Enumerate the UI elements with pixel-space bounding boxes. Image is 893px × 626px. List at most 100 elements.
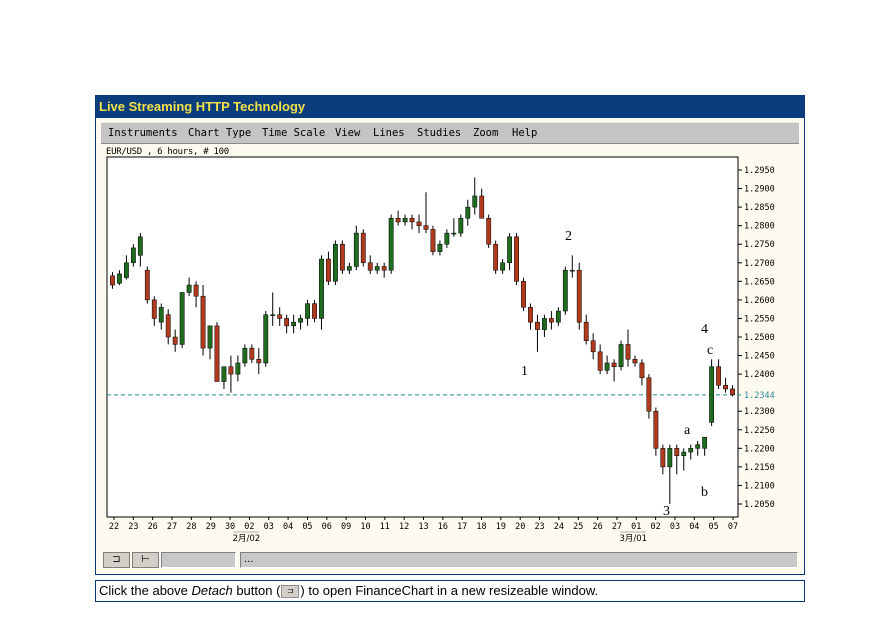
x-tick-label: 11	[380, 522, 390, 532]
candle-body	[458, 217, 464, 234]
candle-body	[507, 236, 512, 264]
candle-body	[235, 362, 241, 375]
line-tool-icon: ⊢	[141, 554, 150, 565]
candle-body	[228, 366, 234, 375]
footer-prefix: Click the above	[99, 583, 192, 598]
candle-body	[486, 217, 492, 245]
x-tick-label: 10	[360, 522, 370, 532]
y-tick-label: 1.2200	[744, 444, 775, 454]
candle-body	[130, 247, 136, 264]
candle-body	[305, 303, 310, 319]
x-tick-label: 20	[515, 522, 525, 532]
y-tick-label: 1.2600	[744, 296, 775, 306]
candle-body	[388, 217, 394, 271]
y-tick-label: 1.2800	[744, 222, 775, 232]
candle-body	[214, 325, 220, 382]
x-tick-label: 05	[709, 522, 719, 532]
candle-body	[521, 281, 526, 308]
candle-body	[451, 232, 457, 235]
candle-body	[374, 266, 380, 271]
y-tick-label: 1.2700	[744, 259, 775, 269]
wave-annotation: 1	[521, 364, 528, 379]
candle-body	[730, 388, 735, 396]
candle-body	[500, 262, 506, 271]
candle-body	[312, 303, 317, 319]
line-tool-button[interactable]: ⊢	[132, 552, 159, 568]
candle-body	[660, 448, 666, 468]
candle-body	[716, 366, 721, 386]
candle-body	[723, 384, 728, 390]
candle-body	[110, 275, 115, 286]
candle-body	[409, 217, 415, 223]
candle-body	[270, 314, 276, 316]
x-tick-label: 06	[322, 522, 332, 532]
candle-body	[639, 362, 645, 379]
candle-body	[423, 225, 429, 230]
candle-body	[277, 314, 283, 319]
wave-annotation: c	[707, 343, 713, 358]
candle-body	[430, 229, 436, 252]
candle-body	[200, 295, 206, 349]
x-tick-label: 04	[689, 522, 699, 532]
candle-body	[395, 217, 401, 223]
y-tick-label: 1.2150	[744, 463, 775, 473]
candle-body	[542, 318, 547, 330]
candle-body	[465, 206, 471, 219]
candle-body	[625, 344, 631, 360]
x-tick-label: 26	[148, 522, 158, 532]
candle-body	[597, 351, 603, 371]
x-tick-label: 04	[283, 522, 293, 532]
candle-body	[479, 195, 485, 219]
detach-button[interactable]: ⊐	[103, 552, 130, 568]
candle-body	[702, 436, 708, 449]
x-tick-label: 27	[167, 522, 177, 532]
candle-body	[569, 269, 575, 272]
y-tick-label: 1.2450	[744, 352, 775, 362]
x-tick-label: 19	[496, 522, 506, 532]
candle-body	[346, 266, 352, 271]
candle-body	[333, 243, 338, 282]
candle-body	[688, 448, 694, 453]
candle-body	[124, 262, 129, 278]
y-tick-label: 1.2400	[744, 370, 775, 380]
candle-body	[709, 366, 715, 423]
x-tick-label: 13	[418, 522, 428, 532]
status-field-left	[161, 552, 236, 568]
candle-body	[353, 232, 359, 267]
status-bar: ⊐ ⊢ ...	[101, 552, 799, 570]
month-label: 3月/01	[619, 534, 647, 544]
candle-body	[381, 266, 387, 271]
y-tick-label: 1.2250	[744, 426, 775, 436]
candle-body	[151, 299, 157, 319]
candle-body	[590, 340, 596, 353]
candle-body	[444, 232, 450, 245]
candle-body	[242, 347, 248, 364]
candle-body	[472, 195, 478, 208]
x-tick-label: 03	[264, 522, 274, 532]
candlestick-chart[interactable]: 1.2950 1.2900 1.2850 1.2800 1.2750 1.2700 1.26…	[96, 96, 804, 551]
detach-icon: ⊐	[112, 554, 121, 565]
status-field-main: ...	[240, 552, 798, 568]
candle-body	[263, 314, 269, 364]
x-tick-label: 07	[728, 522, 738, 532]
candle-body	[583, 321, 589, 341]
candle-body	[326, 258, 331, 282]
candle-body	[437, 243, 443, 252]
wave-annotation: 3	[663, 504, 670, 519]
candle-body	[535, 321, 540, 330]
x-tick-label: 24	[554, 522, 564, 532]
y-tick-label: 1.2900	[744, 185, 775, 195]
x-tick-label: 22	[109, 522, 119, 532]
candle-body	[528, 307, 533, 323]
candle-body	[653, 410, 659, 449]
candle-body	[604, 362, 610, 371]
month-label: 2月/02	[233, 534, 261, 544]
candle-body	[172, 336, 178, 345]
y-tick-label: 1.2550	[744, 314, 775, 324]
candle-body	[555, 310, 561, 323]
candle-body	[291, 321, 297, 327]
candle-body	[667, 448, 673, 468]
wave-annotation: 4	[701, 322, 708, 337]
candle-body	[632, 359, 638, 364]
x-tick-label: 23	[128, 522, 138, 532]
